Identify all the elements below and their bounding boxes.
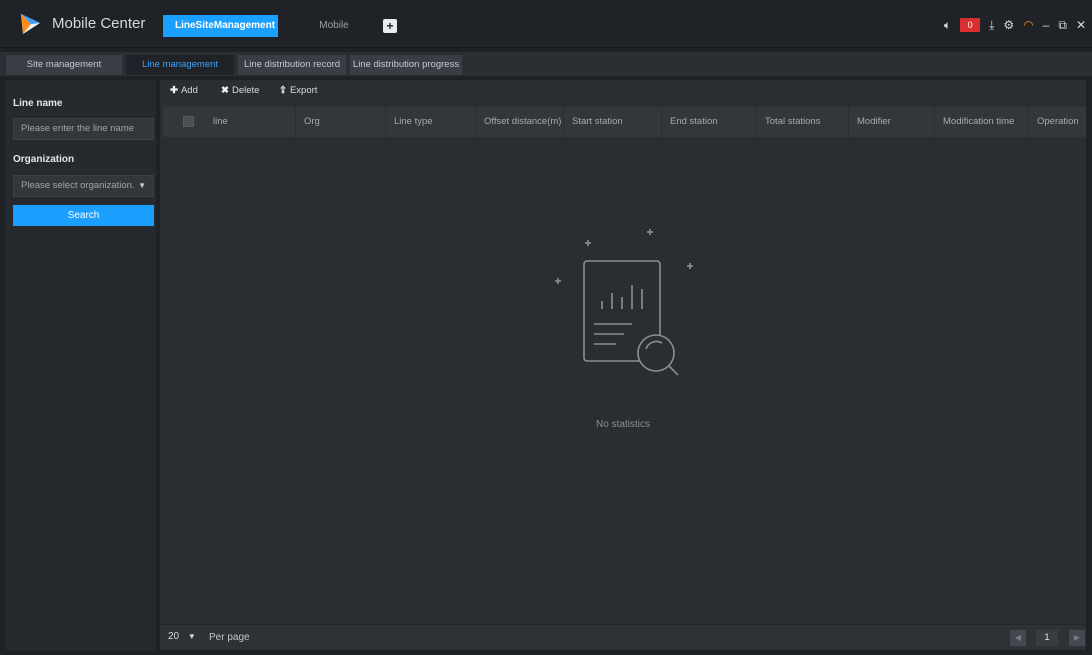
column-header-modifier[interactable]: Modifier [848, 107, 934, 137]
tab-mobile[interactable]: Mobile [302, 15, 366, 37]
speaker-icon[interactable]: 🔈︎ [944, 17, 951, 33]
column-header-total-stations[interactable]: Total stations [756, 107, 848, 137]
line-name-input[interactable]: Please enter the line name [13, 118, 154, 140]
add-button-label: Add [180, 85, 198, 96]
subtab-site-management[interactable]: Site management [6, 55, 122, 75]
line-name-label: Line name [13, 98, 63, 109]
organization-label: Organization [13, 154, 75, 165]
column-header-org[interactable]: Org [295, 107, 385, 137]
per-page-label: Per page [209, 632, 250, 643]
filter-panel: Line name Please enter the line name Org… [6, 80, 156, 650]
x-icon: ✖ [221, 85, 229, 96]
app-title: Mobile Center [52, 15, 146, 32]
export-icon: ⇪ [279, 85, 287, 96]
per-page-value: 20 [168, 631, 180, 642]
select-all-checkbox[interactable] [183, 116, 194, 127]
column-header-start-station[interactable]: Start station [563, 107, 661, 137]
column-header-operation[interactable]: Operation [1028, 107, 1086, 137]
organization-select[interactable]: Please select organization. ▼ [13, 175, 154, 197]
per-page-select[interactable]: 20 ▼ [168, 631, 196, 642]
main-content: ✚ Add ✖ Delete ⇪ Export line Org Line type … [160, 80, 1086, 650]
app-logo-icon [21, 14, 40, 34]
empty-state-text: No statistics [596, 419, 650, 430]
delete-button[interactable]: ✖ Delete [221, 85, 259, 96]
table-header: line Org Line type Offset distance(m) St… [163, 107, 1086, 137]
close-icon[interactable]: ✕ [1076, 17, 1086, 33]
organization-select-value: Please select organization. [21, 180, 135, 191]
previous-page-button[interactable]: ◀ [1010, 630, 1026, 646]
export-button-label: Export [289, 85, 318, 96]
chevron-down-icon: ▼ [187, 632, 196, 641]
plus-icon: ✚ [170, 85, 178, 96]
minimize-icon[interactable]: – [1043, 17, 1050, 33]
add-button[interactable]: ✚ Add [170, 85, 198, 96]
subtab-line-distribution-progress[interactable]: Line distribution progress [350, 55, 462, 75]
subtab-line-management[interactable]: Line management [126, 55, 234, 75]
subtab-line-distribution-record[interactable]: Line distribution record [238, 55, 346, 75]
empty-report-icon [555, 229, 693, 376]
current-page-number[interactable]: 1 [1036, 630, 1058, 646]
search-button[interactable]: Search [13, 205, 154, 226]
performance-gauge-icon[interactable]: ◠ [1023, 17, 1033, 33]
add-tab-icon[interactable]: + [383, 19, 397, 33]
alarm-count-badge[interactable]: 0 [960, 18, 981, 32]
tab-linesitemanagement[interactable]: LineSiteManagement [163, 15, 278, 37]
pagination-bar: 20 ▼ Per page ◀ 1 ▶ [160, 624, 1086, 650]
column-header-end-station[interactable]: End station [661, 107, 756, 137]
download-icon[interactable]: ⤓ [989, 17, 994, 33]
column-header-modification-time[interactable]: Modification time [934, 107, 1028, 137]
export-button[interactable]: ⇪ Export [279, 85, 317, 96]
title-bar: Mobile Center LineSiteManagement Mobile … [0, 0, 1092, 48]
column-header-offset-distance[interactable]: Offset distance(m) [475, 107, 563, 137]
column-header-line-type[interactable]: Line type [385, 107, 475, 137]
chevron-down-icon: ▼ [138, 181, 146, 190]
settings-icon[interactable]: ⚙ [1003, 17, 1014, 33]
delete-button-label: Delete [231, 85, 260, 96]
column-header-line[interactable]: line [205, 107, 295, 137]
sub-tab-bar: Site management Line management Line dis… [0, 52, 1092, 76]
system-tray: 🔈︎ 0 ⤓ ⚙ ◠ – ⧉ ✕ [944, 15, 1086, 35]
toolbar: ✚ Add ✖ Delete ⇪ Export [160, 80, 1086, 106]
next-page-button[interactable]: ▶ [1069, 630, 1085, 646]
restore-icon[interactable]: ⧉ [1058, 17, 1067, 33]
